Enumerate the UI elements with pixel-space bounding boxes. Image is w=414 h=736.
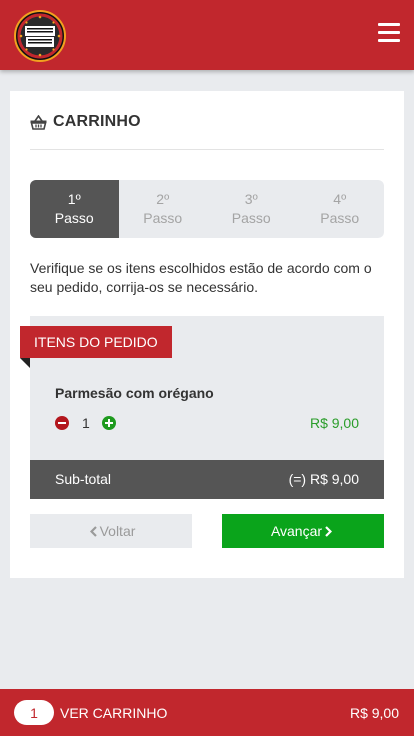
back-button-label: Voltar — [99, 523, 136, 539]
subtotal-value: (=) R$ 9,00 — [288, 471, 359, 487]
step-label: Passo — [320, 210, 360, 226]
step-number: 3º — [244, 191, 258, 207]
step-1[interactable]: 1º Passo — [30, 180, 119, 238]
order-items-panel: ITENS DO PEDIDO Parmesão com orégano 1 R… — [20, 316, 384, 460]
brand-logo-art — [17, 13, 63, 59]
chevron-right-icon — [325, 525, 333, 537]
divider — [30, 149, 384, 150]
brand-logo[interactable] — [14, 10, 66, 62]
step-label: Passo — [143, 210, 183, 226]
basket-icon — [30, 114, 47, 130]
plus-circle-icon[interactable] — [101, 416, 116, 430]
item-price: R$ 9,00 — [309, 415, 359, 431]
quantity-stepper: 1 — [55, 415, 116, 431]
step-label: Passo — [54, 210, 94, 226]
cart-total: R$ 9,00 — [349, 705, 399, 721]
cart-card: CARRINHO 1º Passo 2º Passo 3º Passo 4º P… — [10, 91, 404, 578]
checkout-steps: 1º Passo 2º Passo 3º Passo 4º Passo — [30, 180, 384, 238]
step-3[interactable]: 3º Passo — [207, 180, 296, 238]
next-button-label: Avançar — [270, 523, 323, 539]
view-cart-label: VER CARRINHO — [60, 705, 168, 721]
cart-count-badge: 1 — [14, 700, 54, 725]
order-items-ribbon: ITENS DO PEDIDO — [20, 326, 172, 358]
top-app-bar — [0, 0, 414, 70]
view-cart-bar[interactable]: 1 VER CARRINHO R$ 9,00 — [0, 689, 414, 736]
minus-circle-icon[interactable] — [55, 416, 69, 430]
chevron-left-icon — [89, 525, 97, 537]
step-number: 2º — [156, 191, 170, 207]
step-4[interactable]: 4º Passo — [296, 180, 385, 238]
quantity-value: 1 — [82, 415, 90, 431]
step-number: 4º — [333, 191, 347, 207]
hamburger-menu-icon[interactable] — [378, 23, 400, 43]
back-button[interactable]: Voltar — [30, 514, 192, 548]
cart-title-text: CARRINHO — [53, 113, 141, 130]
step-2[interactable]: 2º Passo — [119, 180, 208, 238]
intro-text: Verifique se os itens escolhidos estão d… — [30, 260, 372, 295]
cart-title: CARRINHO — [30, 113, 141, 131]
ribbon-fold — [20, 358, 30, 368]
subtotal-label: Sub-total — [55, 471, 112, 487]
subtotal-bar: Sub-total (=) R$ 9,00 — [30, 460, 384, 499]
next-button[interactable]: Avançar — [222, 514, 384, 548]
item-name: Parmesão com orégano — [55, 385, 214, 401]
step-label: Passo — [231, 210, 271, 226]
step-number: 1º — [67, 191, 81, 207]
